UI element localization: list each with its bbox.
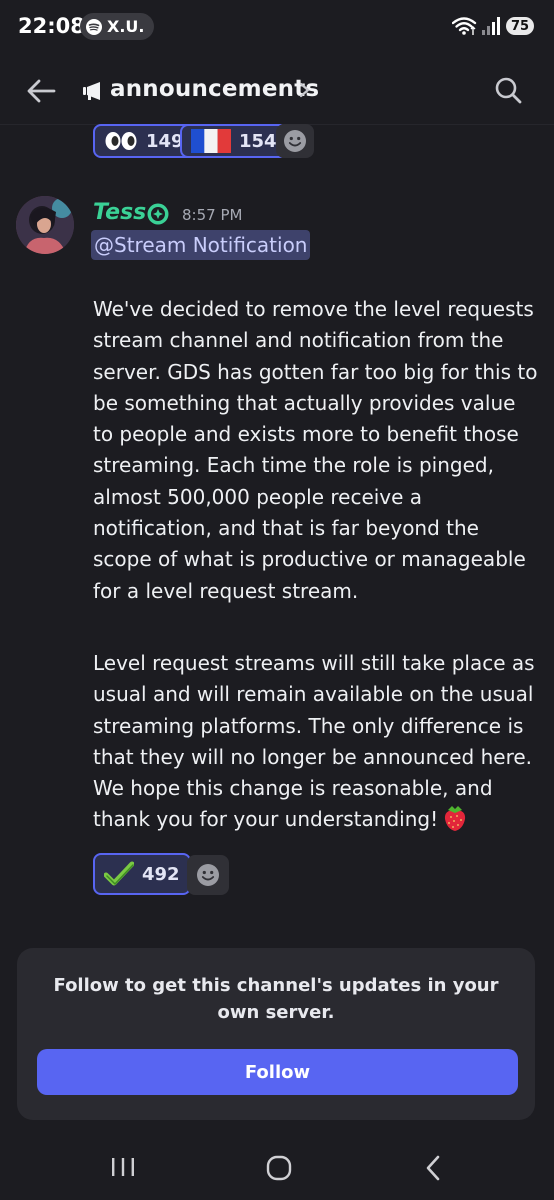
status-bar: 22:08 X.U. 75: [0, 0, 554, 56]
spotify-icon: [86, 18, 102, 35]
message-paragraph-1: We've decided to remove the level reques…: [93, 297, 538, 603]
france-flag-icon: [191, 129, 231, 153]
reaction-count: 154: [239, 130, 277, 152]
avatar-image: [16, 196, 74, 254]
smiley-icon: [197, 864, 219, 886]
reaction-count: 149: [146, 130, 184, 152]
author-name[interactable]: Tess: [93, 200, 146, 225]
check-mark-icon: [104, 861, 134, 886]
media-label: X.U.: [107, 17, 145, 36]
system-nav-bar: [0, 1130, 554, 1200]
signal-icon: [482, 17, 500, 35]
message-paragraph-2: Level request streams will still take pl…: [93, 648, 538, 836]
role-mention[interactable]: @Stream Notification: [91, 230, 311, 260]
follow-button[interactable]: Follow: [37, 1049, 518, 1095]
battery-level: 75: [510, 18, 530, 34]
add-reaction-button[interactable]: [276, 124, 314, 158]
recent-apps-icon[interactable]: [110, 1156, 136, 1178]
channel-name[interactable]: announcements: [110, 76, 319, 102]
battery-indicator: 75: [506, 17, 534, 35]
message-paragraph-2-text: Level request streams will still take pl…: [93, 651, 535, 832]
chevron-right-icon[interactable]: [297, 80, 311, 100]
message-timestamp: 8:57 PM: [182, 206, 243, 224]
author-avatar[interactable]: [16, 196, 74, 254]
strawberry-emoji-icon: [445, 806, 466, 832]
add-reaction-button[interactable]: [187, 855, 229, 895]
reaction-flag-france[interactable]: 154: [180, 124, 288, 158]
smiley-icon: [284, 130, 306, 152]
reaction-count: 492: [142, 863, 180, 885]
server-tag-icon: [147, 203, 169, 225]
megaphone-icon: [83, 82, 100, 100]
eyes-emoji-icon: [105, 132, 137, 150]
follow-panel: Follow to get this channel's updates in …: [17, 948, 535, 1120]
reaction-check-mark[interactable]: 492: [93, 853, 191, 895]
home-icon[interactable]: [266, 1155, 292, 1181]
media-pill[interactable]: X.U.: [80, 13, 155, 40]
back-arrow-icon[interactable]: [24, 74, 58, 108]
search-icon[interactable]: [492, 74, 524, 106]
follow-description: Follow to get this channel's updates in …: [53, 975, 499, 1023]
nav-back-icon[interactable]: [424, 1154, 442, 1182]
channel-header: announcements: [0, 58, 554, 125]
status-time: 22:08: [18, 14, 85, 38]
wifi-icon: [452, 17, 477, 35]
